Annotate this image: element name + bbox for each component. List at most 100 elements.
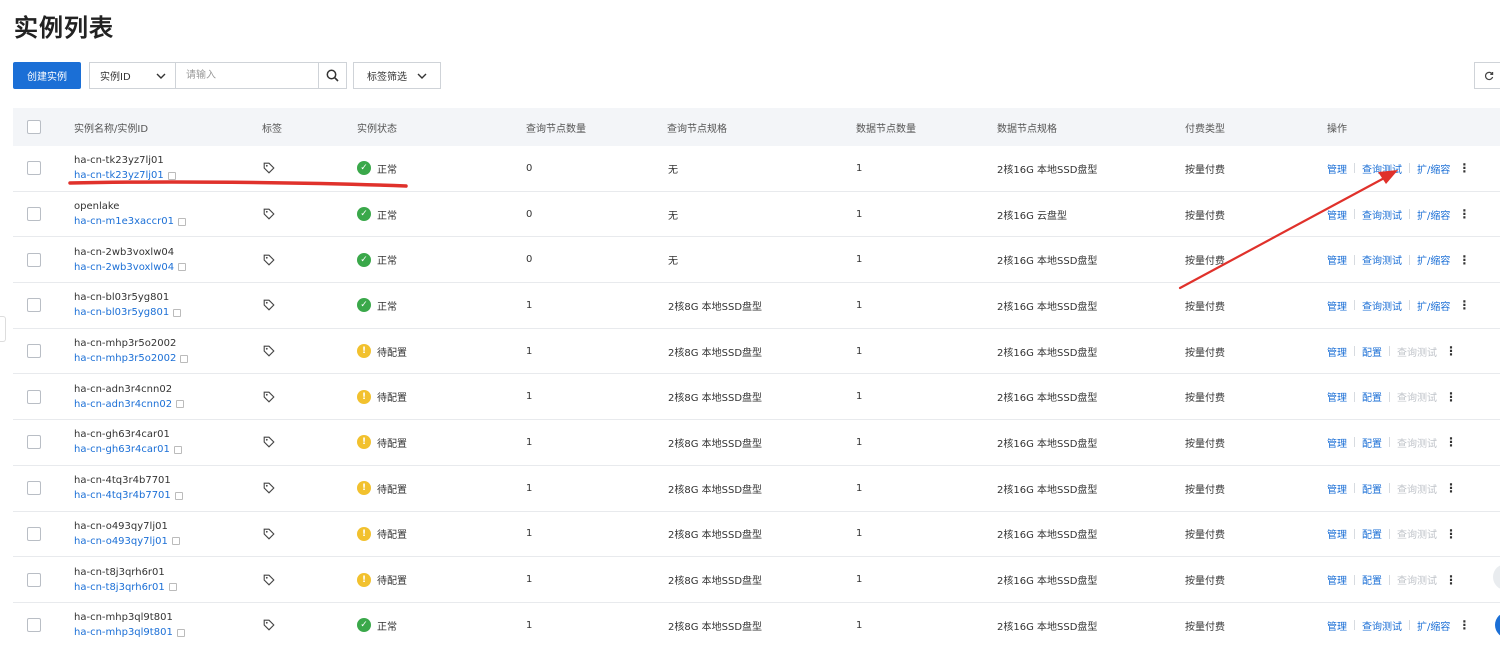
- action-link[interactable]: 管理: [1327, 389, 1347, 404]
- tag-icon[interactable]: [263, 482, 275, 494]
- data-node-count: 1: [856, 299, 863, 311]
- instance-id-link[interactable]: ha-cn-bl03r5yg801: [74, 305, 182, 320]
- action-link[interactable]: 查询测试: [1362, 298, 1402, 313]
- row-checkbox-cell: [27, 420, 41, 465]
- row-checkbox[interactable]: [27, 207, 41, 222]
- action-link[interactable]: 管理: [1327, 207, 1347, 222]
- more-actions-icon[interactable]: ⋮: [1458, 619, 1470, 631]
- action-link[interactable]: 扩/缩容: [1417, 207, 1450, 222]
- copy-icon[interactable]: [168, 583, 177, 592]
- action-link[interactable]: 查询测试: [1362, 207, 1402, 222]
- instance-id-link[interactable]: ha-cn-gh63r4car01: [74, 442, 182, 457]
- action-link[interactable]: 配置: [1362, 526, 1382, 541]
- tag-icon[interactable]: [263, 391, 275, 403]
- action-link[interactable]: 扩/缩容: [1417, 252, 1450, 267]
- tag-icon[interactable]: [263, 208, 275, 220]
- more-actions-icon[interactable]: ⋮: [1458, 254, 1470, 266]
- action-link[interactable]: 管理: [1327, 252, 1347, 267]
- action-link[interactable]: 管理: [1327, 161, 1347, 176]
- row-checkbox[interactable]: [27, 572, 41, 587]
- copy-icon[interactable]: [178, 263, 187, 272]
- action-link[interactable]: 管理: [1327, 481, 1347, 496]
- search-input[interactable]: [176, 63, 318, 88]
- copy-icon[interactable]: [174, 491, 183, 500]
- action-link[interactable]: 扩/缩容: [1417, 298, 1450, 313]
- instance-id-link[interactable]: ha-cn-adn3r4cnn02: [74, 397, 185, 412]
- query-node-spec: 2核8G 本地SSD盘型: [668, 621, 763, 633]
- more-actions-icon[interactable]: ⋮: [1445, 574, 1457, 586]
- sidebar-collapse-handle[interactable]: [0, 316, 6, 342]
- tag-icon[interactable]: [263, 574, 275, 586]
- action-link[interactable]: 扩/缩容: [1417, 618, 1450, 633]
- row-checkbox[interactable]: [27, 252, 41, 267]
- instance-id-link[interactable]: ha-cn-mhp3r5o2002: [74, 351, 189, 366]
- action-link[interactable]: 扩/缩容: [1417, 161, 1450, 176]
- create-instance-button[interactable]: 创建实例: [13, 62, 81, 89]
- instance-id-link[interactable]: ha-cn-mhp3ql9t801: [74, 625, 185, 640]
- copy-icon[interactable]: [176, 400, 185, 409]
- tag-icon[interactable]: [263, 619, 275, 631]
- select-all-checkbox[interactable]: [27, 120, 41, 134]
- instance-id-link[interactable]: ha-cn-o493qy7lj01: [74, 534, 180, 549]
- more-actions-icon[interactable]: ⋮: [1445, 482, 1457, 494]
- more-actions-icon[interactable]: ⋮: [1458, 299, 1470, 311]
- copy-icon[interactable]: [171, 537, 180, 546]
- tag-cell: [263, 512, 275, 557]
- refresh-button[interactable]: [1474, 62, 1500, 89]
- instance-id-link[interactable]: ha-cn-t8j3qrh6r01: [74, 580, 177, 595]
- more-actions-icon[interactable]: ⋮: [1445, 345, 1457, 357]
- action-link[interactable]: 管理: [1327, 618, 1347, 633]
- action-separator: [1389, 437, 1390, 448]
- instance-id-link[interactable]: ha-cn-tk23yz7lj01: [74, 168, 176, 183]
- action-link[interactable]: 配置: [1362, 481, 1382, 496]
- row-checkbox[interactable]: [27, 526, 41, 541]
- more-actions-icon[interactable]: ⋮: [1445, 436, 1457, 448]
- copy-icon[interactable]: [176, 628, 185, 637]
- action-link[interactable]: 管理: [1327, 526, 1347, 541]
- action-link[interactable]: 管理: [1327, 435, 1347, 450]
- copy-icon[interactable]: [180, 354, 189, 363]
- search-field-select[interactable]: 实例ID: [90, 63, 176, 88]
- instance-id: ha-cn-2wb3voxlw04: [74, 261, 175, 273]
- copy-icon[interactable]: [173, 445, 182, 454]
- tag-icon[interactable]: [263, 436, 275, 449]
- pay-type: 按量付费: [1185, 256, 1225, 268]
- row-checkbox[interactable]: [27, 435, 41, 450]
- copy-icon[interactable]: [167, 171, 176, 180]
- action-link[interactable]: 管理: [1327, 344, 1347, 359]
- copy-icon[interactable]: [178, 217, 187, 226]
- action-link[interactable]: 管理: [1327, 298, 1347, 313]
- action-link[interactable]: 配置: [1362, 435, 1382, 450]
- tag-icon[interactable]: [263, 299, 275, 311]
- row-checkbox[interactable]: [27, 298, 41, 313]
- instance-id-link[interactable]: ha-cn-2wb3voxlw04: [74, 260, 187, 275]
- action-link[interactable]: 查询测试: [1362, 252, 1402, 267]
- col-query-node-spec: 查询节点规格: [667, 123, 727, 135]
- more-actions-icon[interactable]: ⋮: [1458, 208, 1470, 220]
- instance-id-link[interactable]: ha-cn-4tq3r4b7701: [74, 488, 183, 503]
- tag-filter-dropdown[interactable]: 标签筛选: [353, 62, 441, 89]
- copy-icon[interactable]: [173, 308, 182, 317]
- tag-icon[interactable]: [263, 162, 275, 174]
- action-link[interactable]: 配置: [1362, 344, 1382, 359]
- tag-icon[interactable]: [263, 528, 275, 540]
- row-checkbox[interactable]: [27, 481, 41, 496]
- more-actions-icon[interactable]: ⋮: [1445, 528, 1457, 540]
- row-checkbox[interactable]: [27, 161, 41, 176]
- table-row: ha-cn-tk23yz7lj01 ha-cn-tk23yz7lj01 ✓ 正常…: [13, 146, 1500, 192]
- instance-id-link[interactable]: ha-cn-m1e3xaccr01: [74, 214, 187, 229]
- row-checkbox[interactable]: [27, 344, 41, 359]
- action-link[interactable]: 配置: [1362, 572, 1382, 587]
- row-checkbox[interactable]: [27, 618, 41, 633]
- row-checkbox[interactable]: [27, 389, 41, 404]
- action-link[interactable]: 管理: [1327, 572, 1347, 587]
- table-row: ha-cn-2wb3voxlw04 ha-cn-2wb3voxlw04 ✓ 正常…: [13, 237, 1500, 284]
- more-actions-icon[interactable]: ⋮: [1458, 162, 1470, 174]
- more-actions-icon[interactable]: ⋮: [1445, 391, 1457, 403]
- tag-icon[interactable]: [263, 254, 275, 266]
- search-button[interactable]: [318, 63, 346, 88]
- tag-icon[interactable]: [263, 345, 275, 357]
- action-link[interactable]: 查询测试: [1362, 618, 1402, 633]
- action-link[interactable]: 查询测试: [1362, 161, 1402, 176]
- action-link[interactable]: 配置: [1362, 389, 1382, 404]
